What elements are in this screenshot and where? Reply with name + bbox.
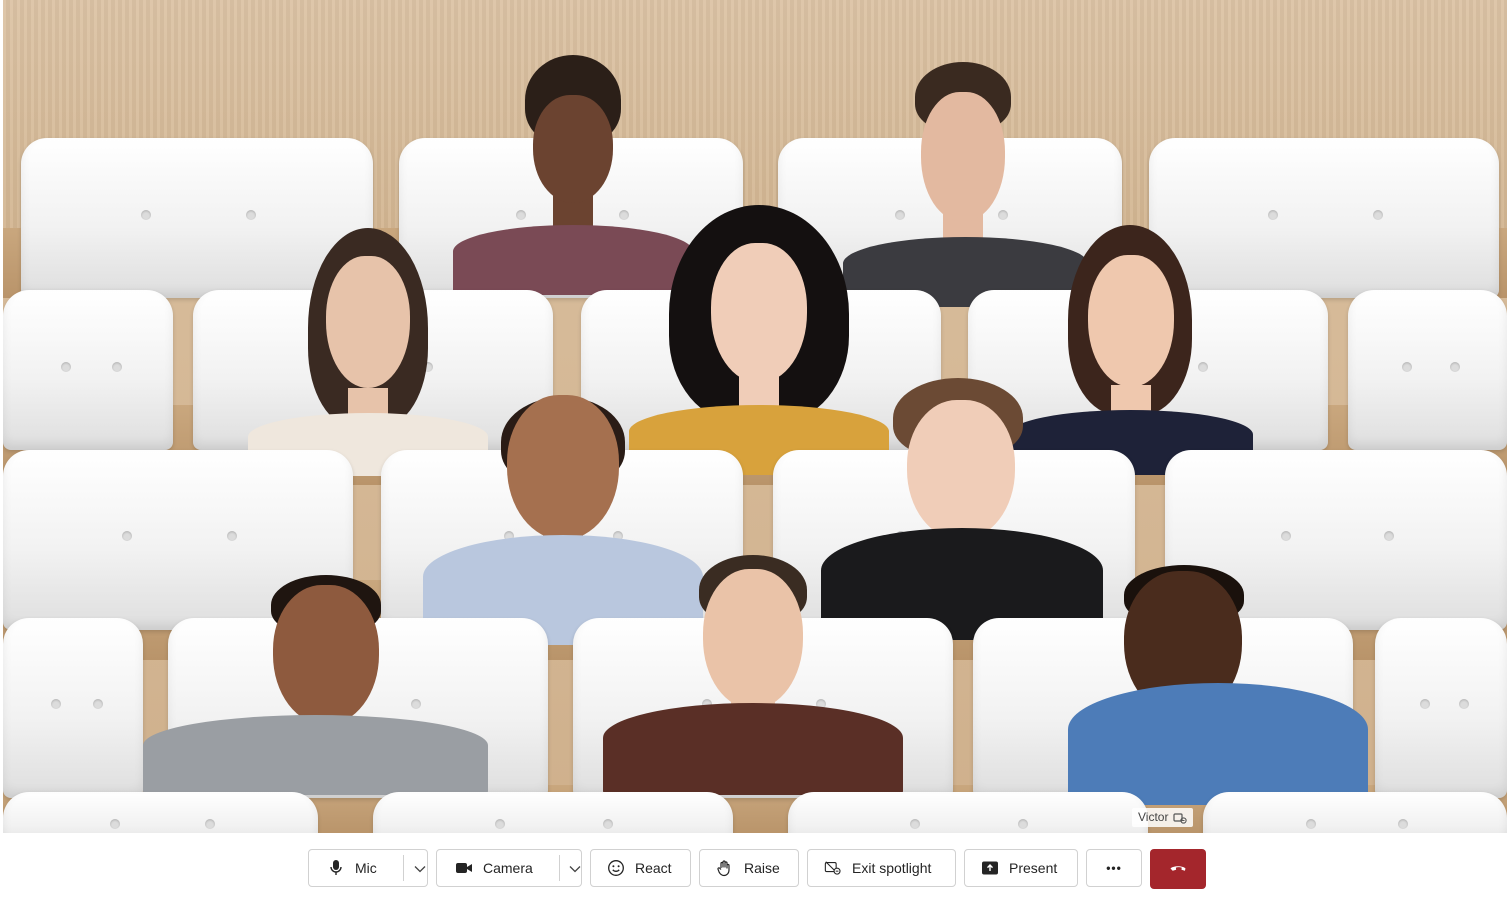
camera-control: Camera (436, 849, 582, 887)
torso (603, 703, 903, 795)
seat (1348, 290, 1507, 450)
together-mode-stage (3, 0, 1507, 833)
more-icon: ••• (1106, 861, 1122, 875)
face (533, 95, 613, 203)
seat (3, 618, 143, 798)
seat (373, 792, 733, 833)
react-button[interactable]: React (590, 849, 691, 887)
raise-hand-button[interactable]: Raise (699, 849, 799, 887)
microphone-icon (327, 859, 345, 877)
meeting-toolbar: Mic Camera React Raise Exit spotlight Pr… (308, 849, 1206, 889)
mic-control: Mic (308, 849, 428, 887)
react-label: React (635, 860, 672, 876)
exit-spotlight-label: Exit spotlight (852, 860, 932, 876)
participant-name: Victor (1138, 810, 1169, 824)
chevron-down-icon (569, 860, 581, 876)
more-actions-button[interactable]: ••• (1086, 849, 1142, 887)
hand-icon (716, 859, 734, 877)
mic-label: Mic (355, 860, 377, 876)
camera-label: Camera (483, 860, 533, 876)
seat (788, 792, 1148, 833)
hang-up-icon (1169, 860, 1187, 878)
present-label: Present (1009, 860, 1058, 876)
seat (1203, 792, 1507, 833)
present-button[interactable]: Present (964, 849, 1078, 887)
pinned-video-icon (1173, 811, 1188, 825)
face (326, 256, 410, 388)
mic-button[interactable]: Mic (309, 850, 393, 886)
video-camera-icon (455, 859, 473, 877)
mic-options-button[interactable] (413, 850, 427, 886)
torso (1068, 683, 1368, 805)
seat (1375, 618, 1507, 798)
participant-tile[interactable] (143, 575, 488, 795)
face (507, 395, 619, 540)
face (703, 569, 803, 709)
share-screen-icon (981, 859, 999, 877)
face (1088, 255, 1174, 387)
smiley-icon (607, 859, 625, 877)
camera-options-button[interactable] (569, 850, 581, 886)
leave-call-button[interactable] (1150, 849, 1206, 889)
chevron-down-icon (414, 860, 426, 876)
face (273, 585, 379, 725)
participant-name-tag: Victor (1132, 808, 1194, 827)
face (711, 243, 807, 383)
camera-button[interactable]: Camera (437, 850, 549, 886)
participant-tile[interactable] (1068, 565, 1368, 805)
raise-label: Raise (744, 860, 780, 876)
seat (3, 792, 318, 833)
exit-spotlight-button[interactable]: Exit spotlight (807, 849, 956, 887)
face (921, 92, 1005, 222)
participant-tile[interactable] (603, 555, 903, 795)
face (907, 400, 1015, 540)
exit-spotlight-icon (824, 859, 842, 877)
torso (143, 715, 488, 795)
seat (3, 290, 173, 450)
